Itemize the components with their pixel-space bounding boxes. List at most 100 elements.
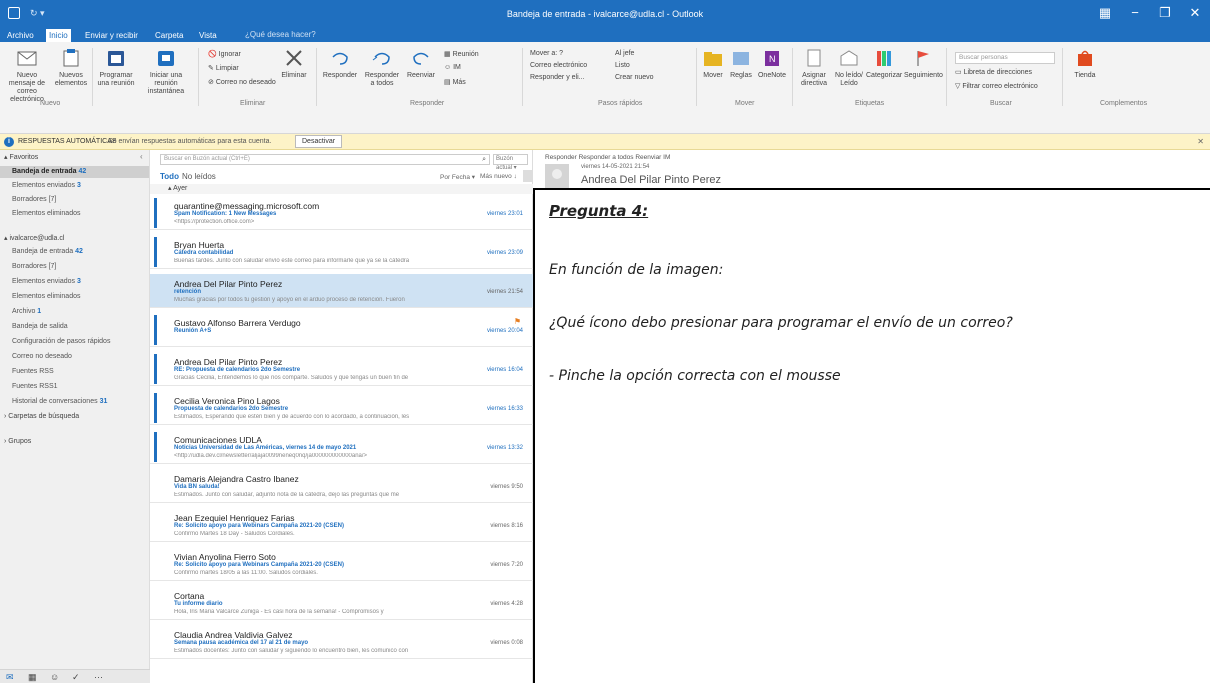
- address-book-button[interactable]: ▭ Libreta de direcciones: [955, 68, 1032, 76]
- list-item[interactable]: Bryan Huerta Cátedra contabilidad Buenas t…: [150, 235, 533, 269]
- list-item[interactable]: Jean Ezequiel Henriquez Farias Re: Solici…: [150, 508, 533, 542]
- folder-deleted[interactable]: Elementos eliminados: [12, 293, 80, 300]
- people-nav-icon[interactable]: ☺: [50, 672, 59, 682]
- message-subject: Semana pausa académica del 17 al 21 de m…: [174, 640, 309, 646]
- junk-button[interactable]: ⊘ Correo no deseado: [208, 78, 276, 86]
- list-item[interactable]: Claudia Andrea Valdivia Galvez Semana pau…: [150, 625, 533, 659]
- im-button[interactable]: ☺ IM: [444, 64, 461, 71]
- message-time: viernes 0:08: [490, 640, 523, 646]
- tab-archivo[interactable]: Archivo: [4, 29, 37, 42]
- list-item[interactable]: Gustavo Alfonso Barrera Verdugo Reunión A…: [150, 313, 533, 347]
- close-icon[interactable]: ✕: [1180, 5, 1210, 21]
- mail-nav-icon[interactable]: ✉: [6, 672, 14, 683]
- list-item[interactable]: Damaris Alejandra Castro Ibanez Vida BN s…: [150, 469, 533, 503]
- quickstep-move[interactable]: Mover a: ?: [530, 50, 563, 57]
- sort-by-dropdown[interactable]: Por Fecha ▾: [440, 173, 475, 181]
- tab-carpeta[interactable]: Carpeta: [152, 29, 186, 42]
- list-item[interactable]: quarantine@messaging.microsoft.com Spam N…: [150, 196, 533, 230]
- more-button[interactable]: ▤ Más: [444, 78, 466, 86]
- message-preview: Muchas gracias por todos tu gestión y ap…: [174, 297, 405, 303]
- tab-enviar-recibir[interactable]: Enviar y recibir: [82, 29, 141, 42]
- categorize-button[interactable]: Categorizar: [866, 48, 902, 80]
- folder-junk[interactable]: Correo no deseado: [12, 353, 72, 360]
- flag-icon[interactable]: ⚑: [514, 317, 521, 326]
- onenote-icon: N: [765, 51, 779, 66]
- new-email-button[interactable]: Nuevo mensaje de correo electrónico: [4, 48, 50, 104]
- store-button[interactable]: Tienda: [1070, 48, 1100, 80]
- cleanup-button[interactable]: ✎ Limpiar: [208, 64, 239, 72]
- new-items-button[interactable]: Nuevos elementos: [54, 48, 88, 88]
- tab-inicio[interactable]: Inicio: [46, 29, 71, 42]
- tasks-nav-icon[interactable]: ✓: [72, 672, 80, 683]
- list-item[interactable]: Cortana Tu informe diario Hola, Iris Maria…: [150, 586, 533, 620]
- groups-header[interactable]: › Grupos: [4, 438, 31, 445]
- list-item[interactable]: Andrea Del Pilar Pinto Perez RE: Propuest…: [150, 352, 533, 386]
- minimize-icon[interactable]: −: [1120, 5, 1150, 20]
- ignore-button[interactable]: 🚫 Ignorar: [208, 50, 241, 58]
- meeting-reply-button[interactable]: ▦ Reunión: [444, 50, 479, 58]
- maximize-icon[interactable]: ❐: [1150, 5, 1180, 21]
- instant-meeting-button[interactable]: Iniciar una reunión instantánea: [138, 48, 194, 96]
- folder-rss1[interactable]: Fuentes RSS1: [12, 383, 58, 390]
- quickstep-boss[interactable]: Al jefe: [615, 50, 634, 57]
- assign-policy-button[interactable]: Asignar directiva: [796, 48, 832, 88]
- calendar-nav-icon[interactable]: ▦: [28, 672, 37, 683]
- message-from: Claudia Andrea Valdivia Galvez: [174, 630, 293, 640]
- sort-order-toggle[interactable]: Más nuevo ↓: [480, 173, 517, 180]
- folder-drafts[interactable]: Borradores [7]: [12, 263, 56, 270]
- folder-archive[interactable]: Archivo 1: [12, 308, 41, 315]
- folder-fav-sent[interactable]: Elementos enviados 3: [12, 182, 81, 189]
- message-subject: Spam Notification: 1 New Messages: [174, 211, 277, 217]
- reply-button[interactable]: Responder: [320, 48, 360, 80]
- folder-sent[interactable]: Elementos enviados 3: [12, 278, 81, 285]
- mailbox-search-input[interactable]: Buscar en Buzón actual (Ctrl+E) ⌕: [160, 154, 490, 165]
- infobar-close-icon[interactable]: ✕: [1197, 137, 1204, 146]
- group-header-yesterday[interactable]: ▴ Ayer: [150, 184, 533, 194]
- collapse-pane-icon[interactable]: ‹: [140, 152, 143, 161]
- account-header[interactable]: ▴ ivalcarce@udla.cl: [4, 234, 64, 242]
- folder-quicksteps[interactable]: Configuración de pasos rápidos: [12, 338, 110, 345]
- followup-button[interactable]: Seguimiento: [904, 48, 943, 80]
- list-item[interactable]: Vivian Anyolina Fierro Soto Re: Solicito …: [150, 547, 533, 581]
- filter-email-button[interactable]: ▽ Filtrar correo electrónico: [955, 82, 1038, 90]
- quickstep-done[interactable]: Listo: [615, 62, 630, 69]
- tab-vista[interactable]: Vista: [196, 29, 220, 42]
- forward-button[interactable]: Reenviar: [404, 48, 438, 80]
- scrollbar-up[interactable]: [523, 170, 532, 182]
- delete-button[interactable]: Eliminar: [276, 48, 312, 80]
- unread-read-button[interactable]: No leído/ Leído: [834, 48, 864, 88]
- move-button[interactable]: Mover: [700, 48, 726, 80]
- disable-auto-reply-button[interactable]: Desactivar: [295, 135, 343, 148]
- list-item[interactable]: Comunicaciones UDLA Noticias Universidad …: [150, 430, 533, 464]
- quickstep-email[interactable]: Correo electrónico: [530, 62, 587, 69]
- search-folders-header[interactable]: › Carpetas de búsqueda: [4, 413, 79, 420]
- ribbon-separator: [946, 48, 947, 106]
- ribbon-display-icon[interactable]: ▦: [1090, 5, 1120, 21]
- onenote-button[interactable]: N OneNote: [756, 48, 788, 80]
- folder-fav-inbox[interactable]: Bandeja de entrada 42: [0, 166, 149, 178]
- folder-conversation-history[interactable]: Historial de conversaciones 31: [12, 398, 107, 405]
- folder-inbox[interactable]: Bandeja de entrada 42: [12, 248, 83, 255]
- group-label-buscar: Buscar: [990, 100, 1012, 107]
- reply-all-button[interactable]: Responder a todos: [362, 48, 402, 88]
- list-item[interactable]: Andrea Del Pilar Pinto Perez retención Muc…: [150, 274, 533, 308]
- search-icon[interactable]: ⌕: [482, 155, 486, 164]
- question-heading: Pregunta 4:: [549, 202, 649, 220]
- search-people-input[interactable]: Buscar personas: [955, 52, 1055, 64]
- schedule-meeting-button[interactable]: Programar una reunión: [96, 48, 136, 88]
- reading-actions[interactable]: Responder Responder a todos Reenviar IM: [545, 154, 670, 161]
- tell-me-box[interactable]: ¿Qué desea hacer?: [245, 30, 316, 39]
- more-nav-icon[interactable]: ···: [94, 672, 103, 682]
- folder-fav-deleted[interactable]: Elementos eliminados: [12, 210, 80, 217]
- quickstep-new[interactable]: Crear nuevo: [615, 74, 654, 81]
- quickstep-reply-delete[interactable]: Responder y eli...: [530, 74, 584, 81]
- folder-rss[interactable]: Fuentes RSS: [12, 368, 54, 375]
- folder-fav-drafts[interactable]: Borradores [7]: [12, 196, 56, 203]
- filter-all-tab[interactable]: Todo: [160, 172, 179, 181]
- favorites-header[interactable]: ▴ Favoritos: [4, 153, 38, 161]
- search-scope-dropdown[interactable]: Buzón actual ▾: [493, 154, 528, 171]
- folder-outbox[interactable]: Bandeja de salida: [12, 323, 68, 330]
- rules-button[interactable]: Reglas: [728, 48, 754, 80]
- list-item[interactable]: Cecilia Veronica Pino Lagos Propuesta de …: [150, 391, 533, 425]
- filter-unread-tab[interactable]: No leídos: [182, 172, 216, 181]
